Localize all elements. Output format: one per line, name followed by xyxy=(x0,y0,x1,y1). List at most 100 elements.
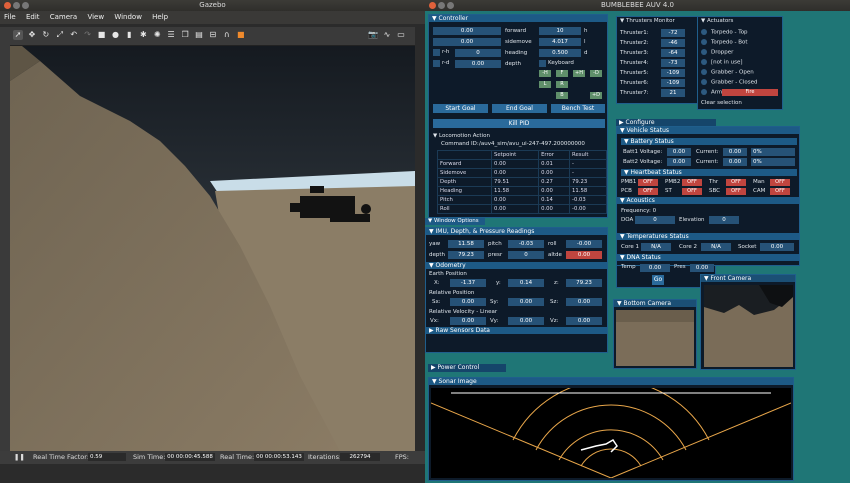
battery-header[interactable]: ▼ Battery Status xyxy=(621,138,797,145)
plot-icon[interactable]: ∿ xyxy=(382,30,392,40)
key-minus-d[interactable]: -D xyxy=(590,70,602,77)
imu-header[interactable]: ▼ IMU, Depth, & Pressure Readings xyxy=(426,228,607,235)
cylinder-shape-icon[interactable]: ▮ xyxy=(124,30,134,40)
sx-label: Sx: xyxy=(432,299,441,305)
menu-view[interactable]: View xyxy=(87,13,104,21)
actuator-option[interactable]: Dropper xyxy=(701,49,733,56)
imu-title: IMU, Depth, & Pressure Readings xyxy=(435,228,535,235)
menu-edit[interactable]: Edit xyxy=(26,13,40,21)
l-gain-input[interactable]: 4.017 xyxy=(539,38,581,46)
menu-file[interactable]: File xyxy=(4,13,16,21)
menu-window[interactable]: Window xyxy=(114,13,142,21)
actuator-option[interactable]: Torpedo - Bot xyxy=(701,39,748,46)
controller-panel: ▼ Controller 0.00 forward 0.00 sidemove … xyxy=(428,14,608,218)
point-light-icon[interactable]: ✱ xyxy=(138,30,148,40)
rd-checkbox[interactable] xyxy=(433,60,440,67)
menu-camera[interactable]: Camera xyxy=(50,13,77,21)
pitch-label: pitch xyxy=(488,241,502,247)
controller-header[interactable]: ▼ Controller xyxy=(429,15,607,22)
menu-help[interactable]: Help xyxy=(152,13,168,21)
configure-header[interactable]: ▶ Configure xyxy=(616,119,716,126)
power-control-header[interactable]: ▶ Power Control xyxy=(428,364,506,372)
translate-icon[interactable]: ✥ xyxy=(27,30,37,40)
iterations-label: Iterations: xyxy=(308,453,342,461)
temperatures-header[interactable]: ▼ Temperatures Status xyxy=(617,233,799,240)
paste-icon[interactable]: ▤ xyxy=(194,30,204,40)
end-goal-button[interactable]: End Goal xyxy=(492,104,547,113)
pause-icon[interactable]: ❚❚ xyxy=(14,451,25,464)
start-goal-button[interactable]: Start Goal xyxy=(433,104,488,113)
temp-label: Temp xyxy=(621,264,636,270)
radio-icon xyxy=(701,79,707,85)
app-maximize-button[interactable] xyxy=(447,2,454,9)
keyboard-checkbox[interactable] xyxy=(539,60,546,67)
batt2-current-label: Current: xyxy=(696,159,719,165)
actuator-option[interactable]: [not in use] xyxy=(701,59,743,66)
sphere-shape-icon[interactable]: ● xyxy=(110,30,120,40)
window-minimize-button[interactable] xyxy=(13,2,20,9)
select-arrow-icon[interactable]: ➚ xyxy=(13,30,23,40)
scene-viewport[interactable] xyxy=(10,46,415,451)
table-cell: Roll xyxy=(436,204,493,214)
heartbeat-header[interactable]: ▼ Heartbeat Status xyxy=(621,169,797,176)
front-camera-title: Front Camera xyxy=(710,275,752,282)
earth-x-value: -1.37 xyxy=(450,279,486,287)
screenshot-icon[interactable]: 📷 xyxy=(368,30,378,40)
thrusters-panel: ▼ Thrusters Monitor Thruster1: -72 Thruste… xyxy=(616,16,700,104)
key-b[interactable]: B xyxy=(556,92,568,99)
redo-icon[interactable]: ↷ xyxy=(83,30,93,40)
spot-light-icon[interactable]: ✺ xyxy=(152,30,162,40)
rotate-icon[interactable]: ↻ xyxy=(41,30,51,40)
window-close-button[interactable] xyxy=(4,2,11,9)
key-r[interactable]: R xyxy=(556,81,568,88)
table-cell: 0.00 xyxy=(491,168,540,178)
key-l[interactable]: L xyxy=(539,81,551,88)
batt2-percent: 0% xyxy=(751,158,795,166)
vz-value: 0.00 xyxy=(566,317,602,325)
actuators-header[interactable]: ▼ Actuators xyxy=(698,17,782,25)
app-close-button[interactable] xyxy=(429,2,436,9)
window-options-header[interactable]: ▼ Window Options xyxy=(425,218,485,225)
sidemove-input[interactable]: 0.00 xyxy=(433,38,501,46)
key-plus-h[interactable]: +H xyxy=(573,70,585,77)
actuator-option[interactable]: Torpedo - Top xyxy=(701,29,748,36)
vehicle-status-header[interactable]: ▼ Vehicle Status xyxy=(617,127,799,134)
snap-icon[interactable]: ∩ xyxy=(222,30,232,40)
box-shape-icon[interactable]: ■ xyxy=(97,30,107,40)
forward-input[interactable]: 0.00 xyxy=(433,27,501,35)
directional-light-icon[interactable]: ☰ xyxy=(166,30,176,40)
dna-header[interactable]: ▼ DNA Status xyxy=(617,254,799,261)
undo-icon[interactable]: ↶ xyxy=(69,30,79,40)
key-plus-d[interactable]: +D xyxy=(590,92,602,99)
heading-input[interactable]: 0 xyxy=(455,49,501,57)
bench-test-button[interactable]: Bench Test xyxy=(551,104,605,113)
kill-pid-button[interactable]: Kill PID xyxy=(433,119,605,128)
key-minus-h[interactable]: -H xyxy=(539,70,551,77)
clear-selection-button[interactable]: Clear selection xyxy=(701,100,742,106)
align-icon[interactable]: ⊟ xyxy=(208,30,218,40)
thrusters-header[interactable]: ▼ Thrusters Monitor xyxy=(617,17,699,25)
odometry-header[interactable]: ▼ Odometry xyxy=(426,262,607,269)
depth-input[interactable]: 0.00 xyxy=(455,60,501,68)
actuator-option[interactable]: Grabber - Open xyxy=(701,69,754,76)
raw-sensors-header[interactable]: ▶ Raw Sensors Data xyxy=(426,327,607,334)
scale-icon[interactable]: ⤢ xyxy=(55,30,65,40)
acoustics-header[interactable]: ▼ Acoustics xyxy=(617,197,799,204)
locomotion-header[interactable]: ▼ Locomotion Action xyxy=(433,133,490,139)
copy-icon[interactable]: ❐ xyxy=(180,30,190,40)
orange-box-icon[interactable]: ■ xyxy=(236,30,246,40)
bottom-camera-header[interactable]: ▼ Bottom Camera xyxy=(614,300,696,307)
rh-checkbox[interactable] xyxy=(433,49,440,56)
fire-button[interactable]: Fire xyxy=(722,89,778,96)
h-gain-input[interactable]: 10 xyxy=(539,27,581,35)
front-camera-header[interactable]: ▼ Front Camera xyxy=(701,275,795,282)
key-f[interactable]: F xyxy=(556,70,568,77)
window-maximize-button[interactable] xyxy=(22,2,29,9)
d-gain-input[interactable]: 0.500 xyxy=(539,49,581,57)
go-button[interactable]: Go xyxy=(652,275,664,285)
arm-option[interactable]: Arm xyxy=(701,89,722,96)
sonar-header[interactable]: ▼ Sonar Image xyxy=(429,378,793,385)
record-video-icon[interactable]: ▭ xyxy=(396,30,406,40)
actuator-option[interactable]: Grabber - Closed xyxy=(701,79,757,86)
app-minimize-button[interactable] xyxy=(438,2,445,9)
